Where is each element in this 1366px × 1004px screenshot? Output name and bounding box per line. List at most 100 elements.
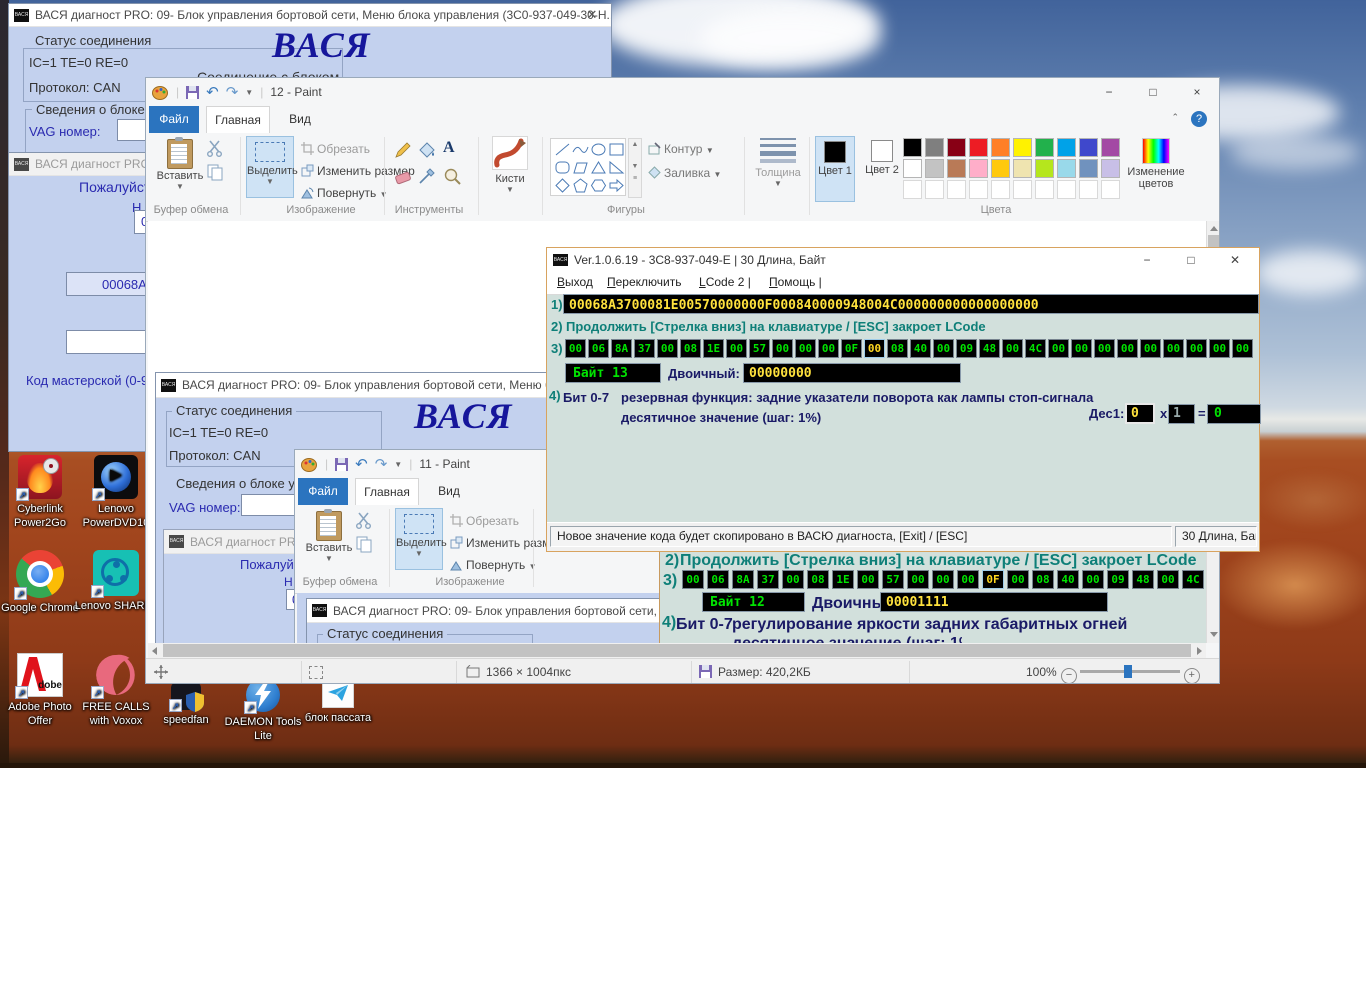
- zoom-out-icon[interactable]: −: [1061, 668, 1077, 684]
- undo-icon[interactable]: ↶: [206, 85, 219, 100]
- copy-icon[interactable]: [206, 163, 224, 181]
- byte-cell[interactable]: 0F: [841, 339, 862, 358]
- byte-cell[interactable]: 06: [588, 339, 609, 358]
- palette-swatch[interactable]: [1013, 159, 1032, 178]
- zoom-slider-thumb[interactable]: [1124, 665, 1132, 678]
- byte-cell[interactable]: 00: [957, 570, 979, 589]
- byte-cell[interactable]: 40: [1057, 570, 1079, 589]
- byte-cell[interactable]: 4C: [1025, 339, 1046, 358]
- byte-cell[interactable]: 0F: [982, 570, 1004, 589]
- palette-swatch-empty[interactable]: [903, 180, 922, 199]
- text-tool-icon[interactable]: A: [443, 139, 461, 157]
- save-icon[interactable]: [186, 86, 199, 99]
- byte-cell[interactable]: 4C: [1182, 570, 1204, 589]
- palette-swatch[interactable]: [903, 159, 922, 178]
- menu-exit[interactable]: Выход: [557, 275, 593, 289]
- byte-cell[interactable]: 00: [565, 339, 586, 358]
- palette-swatch[interactable]: [991, 159, 1010, 178]
- palette-swatch-empty[interactable]: [1035, 180, 1054, 199]
- palette-swatch-empty[interactable]: [1101, 180, 1120, 199]
- close-button[interactable]: ×: [1175, 78, 1219, 106]
- desktop-icon-blok-passata[interactable]: блок пассата: [300, 678, 376, 725]
- cut-icon[interactable]: [206, 139, 224, 157]
- byte-cell[interactable]: 57: [882, 570, 904, 589]
- byte-cell[interactable]: 37: [634, 339, 655, 358]
- palette-swatch[interactable]: [1035, 138, 1054, 157]
- close-button[interactable]: ✕: [577, 4, 607, 26]
- coding-hex-field[interactable]: 00068A3700081E00570000000F00084000094800…: [563, 294, 1259, 314]
- collapse-ribbon-icon[interactable]: ⌃: [1171, 112, 1179, 123]
- palette-swatch-empty[interactable]: [1013, 180, 1032, 199]
- crop-button[interactable]: Обрезать: [301, 142, 370, 156]
- palette-swatch[interactable]: [1057, 138, 1076, 157]
- byte-cell[interactable]: 00: [864, 339, 885, 358]
- byte-cell[interactable]: 08: [680, 339, 701, 358]
- byte-cell[interactable]: 00: [1209, 339, 1230, 358]
- redo-icon[interactable]: ↷: [226, 85, 239, 100]
- help-icon[interactable]: ?: [1191, 111, 1207, 127]
- maximize-button[interactable]: □: [1131, 78, 1175, 106]
- minimize-button[interactable]: −: [1087, 78, 1131, 106]
- scroll-thumb[interactable]: [163, 644, 1191, 657]
- magnifier-icon[interactable]: [443, 167, 461, 185]
- palette-swatch[interactable]: [903, 138, 922, 157]
- byte-cell[interactable]: 06: [707, 570, 729, 589]
- byte-cell[interactable]: 1E: [832, 570, 854, 589]
- shape-fill-button[interactable]: Заливка ▼: [648, 166, 721, 180]
- desktop-icon-daemon-tools[interactable]: ↗ DAEMON Tools Lite: [222, 678, 304, 743]
- minimize-button[interactable]: −: [1125, 248, 1169, 272]
- pencil-icon[interactable]: [394, 141, 412, 159]
- byte-cell[interactable]: 00: [1140, 339, 1161, 358]
- byte-cell[interactable]: 00: [1007, 570, 1029, 589]
- eyedropper-icon[interactable]: [418, 167, 436, 185]
- palette-swatch[interactable]: [1079, 159, 1098, 178]
- dec-input-field[interactable]: 0: [1125, 403, 1155, 424]
- byte-cell[interactable]: 00: [1071, 339, 1092, 358]
- color1-button[interactable]: Цвет 1: [815, 136, 855, 202]
- byte-cell[interactable]: 00: [1157, 570, 1179, 589]
- brushes-button[interactable]: Кисти ▼: [484, 136, 536, 198]
- palette-swatch[interactable]: [969, 159, 988, 178]
- byte-cell[interactable]: 00: [1117, 339, 1138, 358]
- palette-swatch[interactable]: [925, 159, 944, 178]
- byte-cell[interactable]: 48: [1132, 570, 1154, 589]
- byte-cell[interactable]: 00: [1163, 339, 1184, 358]
- palette-swatch-empty[interactable]: [991, 180, 1010, 199]
- palette-swatch-empty[interactable]: [1079, 180, 1098, 199]
- fill-bucket-icon[interactable]: [418, 141, 436, 159]
- byte-cell[interactable]: 08: [807, 570, 829, 589]
- byte-cell[interactable]: 00: [1002, 339, 1023, 358]
- close-button[interactable]: ✕: [1213, 248, 1257, 272]
- byte-cell[interactable]: 00: [1048, 339, 1069, 358]
- palette-swatch[interactable]: [1079, 138, 1098, 157]
- byte-cell[interactable]: 00: [933, 339, 954, 358]
- thickness-button[interactable]: Толщина ▼: [752, 136, 804, 198]
- byte-cell[interactable]: 00: [1094, 339, 1115, 358]
- select-button[interactable]: Выделить ▼: [246, 136, 294, 198]
- maximize-button[interactable]: □: [1169, 248, 1213, 272]
- qat-dropdown-icon[interactable]: ▼: [245, 88, 253, 97]
- byte-cell[interactable]: 08: [887, 339, 908, 358]
- tab-view[interactable]: Вид: [277, 106, 323, 133]
- palette-swatch[interactable]: [1013, 138, 1032, 157]
- byte-cell[interactable]: 00: [772, 339, 793, 358]
- binary-field[interactable]: 00000000: [743, 363, 961, 383]
- palette-swatch-empty[interactable]: [925, 180, 944, 199]
- byte-cell[interactable]: 48: [979, 339, 1000, 358]
- palette-swatch[interactable]: [1035, 159, 1054, 178]
- horizontal-scrollbar[interactable]: [148, 643, 1206, 658]
- desktop-icon-google-chrome[interactable]: ↗ Google Chrome: [0, 550, 80, 615]
- palette-swatch-empty[interactable]: [947, 180, 966, 199]
- scroll-down-arrow[interactable]: [1210, 632, 1218, 637]
- zoom-in-icon[interactable]: +: [1184, 668, 1200, 684]
- shapes-grid[interactable]: [550, 138, 626, 196]
- byte-cell[interactable]: 00: [682, 570, 704, 589]
- palette-swatch[interactable]: [947, 138, 966, 157]
- shapes-scrollbar[interactable]: ▲▼≡: [628, 138, 642, 198]
- byte-cell[interactable]: 00: [907, 570, 929, 589]
- palette-swatch[interactable]: [947, 159, 966, 178]
- scroll-right-arrow[interactable]: [1197, 647, 1202, 655]
- byte-cell[interactable]: 00: [782, 570, 804, 589]
- scroll-up-arrow[interactable]: [1210, 226, 1218, 231]
- byte-cell[interactable]: 00: [726, 339, 747, 358]
